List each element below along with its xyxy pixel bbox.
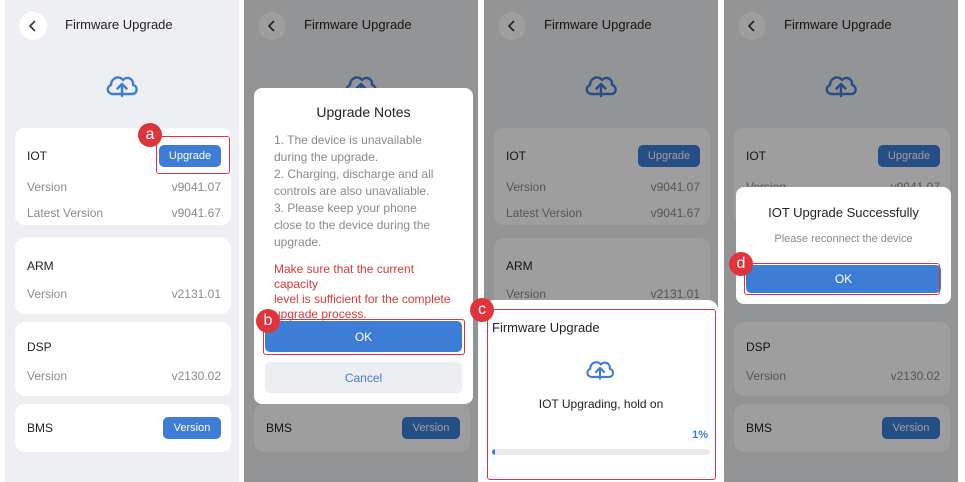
module-name: IOT: [27, 149, 47, 163]
cloud-upload-icon: [104, 70, 140, 98]
notes-text: 1. The device is unavailable during the …: [274, 133, 434, 249]
screen-upgrade-success: Firmware Upgrade IOT Upgrade Version v90…: [724, 0, 958, 482]
capacity-warning: Make sure that the current capacity leve…: [274, 262, 451, 321]
version-button[interactable]: Version: [163, 417, 221, 439]
dialog-title: IOT Upgrade Successfully: [768, 205, 919, 220]
module-card-arm: ARM Version v2131.01: [15, 238, 231, 314]
latest-version-value: v9041.67: [171, 206, 221, 220]
version-label: Version: [27, 180, 68, 194]
screen-upgrade-notes: Firmware Upgrade BMS Version Upgrade Not…: [244, 0, 478, 482]
module-card-dsp: DSP Version v2130.02: [15, 322, 231, 396]
step-marker-b: b: [256, 309, 280, 333]
highlight-upgrade-button: [156, 136, 230, 174]
highlight-ok-button: [263, 319, 465, 355]
dialog-title: Upgrade Notes: [316, 104, 411, 120]
page-title: Firmware Upgrade: [65, 17, 173, 32]
screen-firmware-list: Firmware Upgrade IOT Upgrade Version v90…: [5, 0, 239, 482]
module-name: ARM: [27, 259, 54, 273]
highlight-progress-sheet: [487, 309, 716, 480]
module-name: BMS: [27, 421, 54, 435]
chevron-left-icon: [28, 20, 36, 32]
version-label: Version: [27, 287, 68, 301]
module-name: DSP: [27, 340, 52, 354]
version-value: v2130.02: [171, 369, 221, 383]
upgrade-notes-dialog: Upgrade Notes 1. The device is unavailab…: [254, 88, 473, 404]
cancel-button[interactable]: Cancel: [265, 362, 462, 393]
highlight-ok-button: [744, 263, 940, 295]
module-card-bms: BMS Version: [15, 404, 231, 452]
version-value: v9041.07: [171, 180, 221, 194]
step-marker-d: d: [729, 252, 753, 276]
step-marker-a: a: [138, 123, 162, 147]
step-marker-c: c: [470, 298, 494, 322]
back-button[interactable]: [19, 12, 47, 40]
reconnect-message: Please reconnect the device: [774, 233, 913, 245]
latest-version-label: Latest Version: [27, 206, 104, 220]
version-label: Version: [27, 369, 68, 383]
version-value: v2131.01: [171, 287, 221, 301]
